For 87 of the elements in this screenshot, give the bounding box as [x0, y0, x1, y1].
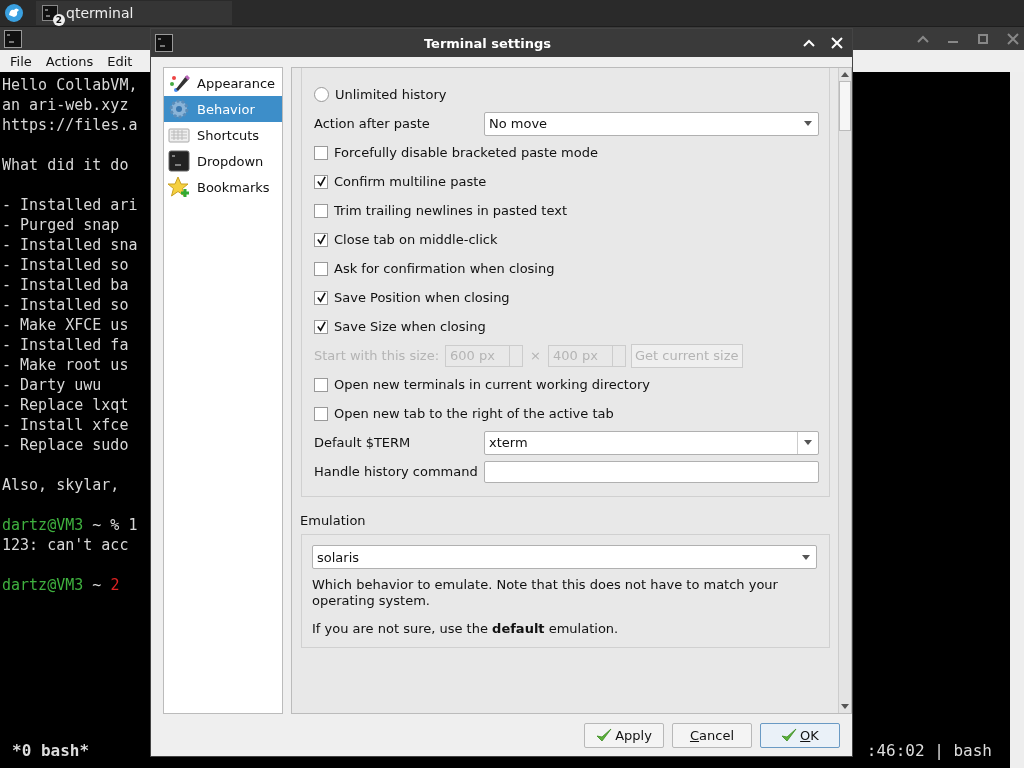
- star-icon: [168, 176, 190, 198]
- description-text: Which behavior to emulate. Note that this does not have to match your operating system.: [312, 577, 779, 609]
- checkbox[interactable]: [314, 232, 328, 247]
- checkbox[interactable]: [314, 261, 328, 276]
- terminal-line: an ari-web.xyz: [2, 96, 129, 114]
- menu-item[interactable]: Actions: [38, 53, 101, 69]
- option-label: Forcefully disable bracketed paste mode: [334, 145, 598, 160]
- category-item[interactable]: Appearance: [164, 70, 282, 96]
- status-text: :46:02 | bash: [866, 740, 992, 760]
- category-item[interactable]: Dropdown: [164, 148, 282, 174]
- scrollbar[interactable]: [838, 68, 851, 713]
- menu-item[interactable]: File: [3, 53, 39, 69]
- dropdown[interactable]: xterm: [484, 430, 819, 455]
- terminal-line: - Installed ba: [2, 276, 129, 294]
- terminal-line: What did it do: [2, 156, 129, 174]
- checkbox[interactable]: [314, 145, 328, 160]
- field-label: Action after paste: [314, 116, 431, 131]
- radio-button[interactable]: [314, 87, 329, 102]
- option-label: Save Size when closing: [334, 319, 486, 334]
- option-label: Open new terminals in current working directory: [334, 377, 650, 392]
- option-label: Open new tab to the right of the active tab: [334, 406, 614, 421]
- terminal-icon: [42, 5, 58, 21]
- scrollbar[interactable]: [1010, 72, 1024, 768]
- section-title: Emulation: [300, 512, 367, 530]
- terminal-line: - Installed fa: [2, 336, 129, 354]
- option-label: Close tab on middle-click: [334, 232, 498, 247]
- terminal-line: Also, skylar,: [2, 476, 120, 494]
- terminal-line: - Installed ari: [2, 196, 138, 214]
- option-label: Confirm multiline paste: [334, 174, 487, 189]
- terminal-line: - Installed so: [2, 296, 129, 314]
- input-field[interactable]: [484, 460, 819, 483]
- dialog-button[interactable]: Cancel: [672, 722, 752, 748]
- field-label: Handle history command: [314, 464, 478, 479]
- scroll-down-icon[interactable]: [841, 704, 849, 709]
- maximize-icon[interactable]: [976, 31, 990, 46]
- category-item[interactable]: Bookmarks: [164, 174, 282, 200]
- terminal-line: - Installed so: [2, 256, 129, 274]
- terminal-line: dartz@VM3 ~ % 1: [2, 516, 138, 534]
- option-label: Unlimited history: [335, 87, 447, 102]
- dialog-button[interactable]: OK: [760, 722, 840, 748]
- category-item[interactable]: Shortcuts: [164, 122, 282, 148]
- checkbox[interactable]: [314, 290, 328, 305]
- caret-icon: [802, 554, 810, 560]
- terminal-line: - Make XFCE us: [2, 316, 129, 334]
- terminal-line: - Purged snap: [2, 216, 120, 234]
- task-label: qterminal: [66, 5, 134, 21]
- dropdown[interactable]: solaris: [312, 545, 817, 569]
- caret-icon: [804, 440, 812, 445]
- dropdown[interactable]: No move: [484, 111, 819, 136]
- terminal-line: - Installed sna: [2, 236, 138, 254]
- checkmark-icon: [596, 727, 613, 743]
- terminal-line: - Install xfce: [2, 416, 129, 434]
- checkmark-icon: [781, 727, 798, 743]
- terminal-line: dartz@VM3 ~ 2: [2, 576, 120, 594]
- option-label: Trim trailing newlines in pasted text: [334, 203, 567, 218]
- terminal-line: - Darty uwu: [2, 376, 102, 394]
- scroll-thumb[interactable]: [839, 81, 851, 131]
- menu-item[interactable]: Edit: [100, 53, 140, 69]
- brush-icon: [168, 72, 190, 94]
- gear-icon: [168, 98, 190, 120]
- option-label: Save Position when closing: [334, 290, 510, 305]
- checkbox[interactable]: [314, 406, 328, 421]
- tab-status: *0 bash*: [12, 740, 90, 760]
- checkbox[interactable]: [314, 319, 328, 334]
- category-item[interactable]: Behavior: [164, 96, 282, 122]
- terminal-icon: [168, 150, 190, 172]
- terminal-line: Hello CollabVM,: [2, 76, 138, 94]
- terminal-line: - Make root us: [2, 356, 129, 374]
- task-button[interactable]: 2 qterminal: [36, 1, 232, 25]
- times-sign: ×: [529, 348, 542, 363]
- terminal-line: - Replace sudo: [2, 436, 129, 454]
- window-title: Terminal settings: [422, 35, 553, 51]
- menu-icon[interactable]: [4, 3, 24, 23]
- checkbox[interactable]: [314, 174, 328, 189]
- dialog-button[interactable]: Apply: [584, 722, 664, 748]
- field-label: Default $TERM: [314, 435, 412, 450]
- checkbox[interactable]: [314, 377, 328, 392]
- terminal-line: - Replace lxqt: [2, 396, 129, 414]
- checkbox[interactable]: [314, 203, 328, 218]
- option-label: Ask for confirmation when closing: [334, 261, 555, 276]
- terminal-icon: [155, 34, 173, 52]
- hint-text: If you are not sure, use the default emulation.: [312, 621, 620, 637]
- task-count-badge: 2: [53, 14, 65, 26]
- terminal-line: https://files.a: [2, 116, 138, 134]
- terminal-icon: [4, 29, 22, 48]
- caret-icon: [804, 121, 812, 126]
- terminal-line: 123: can't acc: [2, 536, 129, 554]
